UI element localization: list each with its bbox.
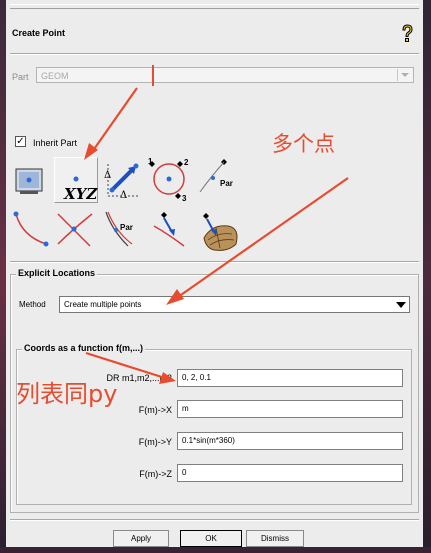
curve-parameter-point-tool-icon[interactable]: Par bbox=[196, 156, 242, 196]
separator bbox=[10, 261, 419, 263]
explicit-xyz-tool-icon[interactable]: XYZ bbox=[54, 157, 98, 203]
svg-text:Δ: Δ bbox=[104, 170, 111, 181]
coords-function-title: Coords as a function f(m,...) bbox=[22, 343, 146, 353]
fz-value: 0 bbox=[182, 468, 187, 477]
svg-text:Par: Par bbox=[120, 223, 133, 232]
method-select[interactable]: Create multiple points bbox=[59, 296, 410, 313]
part-label: Part bbox=[12, 72, 29, 82]
m-values-value: 0, 2, 0.1 bbox=[182, 373, 211, 382]
fz-input[interactable]: 0 bbox=[177, 464, 403, 482]
part-select[interactable]: GEOM bbox=[36, 67, 414, 83]
chevron-down-icon[interactable] bbox=[397, 69, 412, 81]
inherit-part-checkbox[interactable]: ✓ bbox=[15, 136, 26, 147]
inherit-part-label: Inherit Part bbox=[33, 138, 78, 148]
annotation-list-like-py: 列表同py bbox=[16, 380, 118, 408]
project-point-to-curve-tool-icon[interactable] bbox=[150, 208, 190, 248]
fy-input[interactable]: 0.1*sin(m*360) bbox=[177, 432, 403, 450]
m-values-input[interactable]: 0, 2, 0.1 bbox=[177, 369, 403, 387]
svg-text:2: 2 bbox=[184, 158, 189, 167]
curve-curve-intersect-tool-icon[interactable] bbox=[54, 208, 94, 248]
fy-label: F(m)->Y bbox=[138, 437, 172, 447]
ok-button[interactable]: OK bbox=[180, 530, 242, 547]
annotation-multiple-points: 多个点 bbox=[272, 132, 335, 156]
fz-label: F(m)->Z bbox=[139, 469, 172, 479]
svg-text:Δ: Δ bbox=[120, 190, 127, 200]
chevron-down-icon[interactable] bbox=[395, 299, 407, 310]
svg-text:XYZ: XYZ bbox=[63, 185, 98, 203]
project-point-to-surface-tool-icon[interactable] bbox=[198, 210, 242, 254]
method-value: Create multiple points bbox=[64, 300, 142, 309]
desktop-background-right bbox=[423, 0, 431, 553]
help-question-icon[interactable] bbox=[400, 24, 414, 44]
base-point-delta-tool-icon[interactable]: Δ Δ bbox=[102, 160, 142, 200]
screen-select-point-tool-icon[interactable] bbox=[10, 160, 50, 200]
separator bbox=[10, 53, 419, 55]
parameter-along-curve-tool-icon[interactable]: Par bbox=[102, 208, 142, 248]
separator bbox=[10, 519, 419, 521]
top-separator bbox=[10, 4, 419, 9]
create-point-dialog: Create Point Part GEOM ✓ Inherit Part XY… bbox=[6, 0, 423, 547]
curve-end-point-tool-icon[interactable] bbox=[10, 208, 50, 248]
svg-text:3: 3 bbox=[182, 194, 187, 202]
center-of-arc-tool-icon[interactable]: 1 2 3 bbox=[146, 156, 192, 202]
apply-button[interactable]: Apply bbox=[113, 530, 169, 547]
dismiss-button[interactable]: Dismiss bbox=[246, 530, 304, 547]
fy-value: 0.1*sin(m*360) bbox=[182, 436, 235, 445]
fx-input[interactable]: m bbox=[177, 400, 403, 418]
method-label: Method bbox=[19, 300, 46, 309]
m-values-text: m1,m2,...m3 bbox=[121, 373, 172, 383]
fx-value: m bbox=[182, 404, 189, 413]
explicit-locations-title: Explicit Locations bbox=[16, 268, 98, 278]
part-value: GEOM bbox=[41, 71, 69, 81]
dialog-title: Create Point bbox=[12, 28, 66, 38]
svg-text:Par: Par bbox=[220, 179, 233, 188]
desktop-background-bottom bbox=[0, 547, 431, 553]
